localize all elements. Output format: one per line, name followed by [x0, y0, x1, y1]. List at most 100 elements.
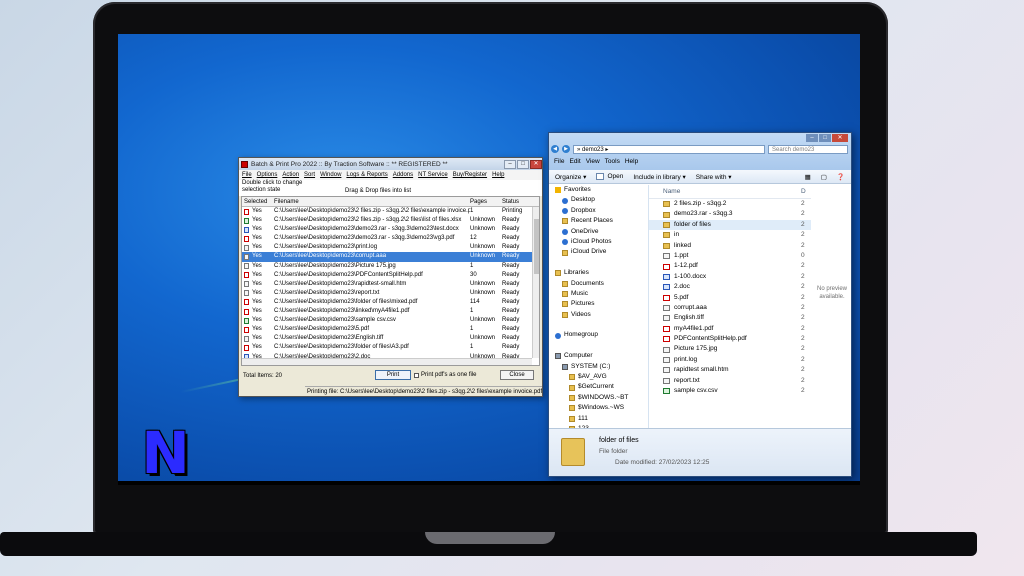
explorer-close-button[interactable]: ✕: [832, 134, 848, 142]
menu-item-addons[interactable]: Addons: [393, 172, 413, 178]
nav-item[interactable]: $GetCurrent: [549, 382, 648, 392]
file-row[interactable]: 2.doc 2: [649, 282, 811, 292]
nav-item[interactable]: Libraries: [549, 268, 648, 278]
header-pages[interactable]: Pages: [470, 197, 502, 206]
table-row[interactable]: Yes C:\Users\lee\Desktop\demo23\demo23.ra…: [242, 225, 539, 234]
file-row[interactable]: 1-100.docx 2: [649, 272, 811, 282]
file-row[interactable]: report.txt 2: [649, 376, 811, 386]
nav-item[interactable]: Pictures: [549, 299, 648, 309]
print-button[interactable]: Print: [375, 370, 411, 380]
nav-item[interactable]: $WINDOWS.~BT: [549, 393, 648, 403]
explorer-menu-view[interactable]: View: [586, 158, 600, 165]
checkbox-box[interactable]: [414, 372, 419, 378]
file-row[interactable]: rapidtest small.htm 2: [649, 365, 811, 375]
file-row[interactable]: in 2: [649, 230, 811, 240]
menu-item-action[interactable]: Action: [282, 172, 299, 178]
search-input[interactable]: Search demo23: [768, 144, 848, 154]
help-icon[interactable]: ❓: [837, 173, 845, 181]
include-library-button[interactable]: Include in library ▾: [633, 173, 685, 181]
preview-pane-icon[interactable]: ▢: [821, 173, 827, 181]
file-row[interactable]: print.log 2: [649, 355, 811, 365]
table-row[interactable]: Yes C:\Users\lee\Desktop\demo23\5.pdf 1 Rea…: [242, 325, 539, 334]
nav-item[interactable]: Desktop: [549, 195, 648, 205]
nav-item[interactable]: Music: [549, 289, 648, 299]
file-row[interactable]: myA4file1.pdf 2: [649, 324, 811, 334]
maximize-button[interactable]: □: [517, 159, 529, 169]
nav-item[interactable]: $Windows.~WS: [549, 403, 648, 413]
nav-item[interactable]: Recent Places: [549, 216, 648, 226]
column-name[interactable]: Name: [649, 185, 801, 198]
explorer-menu-tools[interactable]: Tools: [605, 158, 620, 165]
menu-item-window[interactable]: Window: [320, 172, 341, 178]
menu-item-nt-service[interactable]: NT Service: [418, 172, 448, 178]
column-date[interactable]: D: [801, 185, 811, 198]
table-row[interactable]: Yes C:\Users\lee\Desktop\demo23\sample cs…: [242, 316, 539, 325]
nav-item[interactable]: Computer: [549, 351, 648, 361]
nav-item[interactable]: Documents: [549, 279, 648, 289]
table-row[interactable]: Yes C:\Users\lee\Desktop\demo23\corrupt.a…: [242, 252, 539, 262]
nav-item[interactable]: iCloud Photos: [549, 237, 648, 247]
table-row[interactable]: Yes C:\Users\lee\Desktop\demo23\report.tx…: [242, 289, 539, 298]
nav-item[interactable]: Videos: [549, 310, 648, 320]
header-selected[interactable]: Selected: [242, 197, 274, 206]
file-list-grid[interactable]: Selected Filename Pages Status Yes C:\Use…: [241, 196, 540, 366]
table-row[interactable]: Yes C:\Users\lee\Desktop\demo23\linked\my…: [242, 307, 539, 316]
table-row[interactable]: Yes C:\Users\lee\Desktop\demo23\English.t…: [242, 334, 539, 343]
menu-item-logs-reports[interactable]: Logs & Reports: [346, 172, 387, 178]
share-with-button[interactable]: Share with ▾: [696, 173, 732, 181]
table-row[interactable]: Yes C:\Users\lee\Desktop\demo23\print.log…: [242, 243, 539, 252]
back-arrow-icon[interactable]: ◀: [551, 145, 559, 153]
table-row[interactable]: Yes C:\Users\lee\Desktop\demo23\demo23.ra…: [242, 234, 539, 243]
header-filename[interactable]: Filename: [274, 197, 470, 206]
table-row[interactable]: Yes C:\Users\lee\Desktop\demo23\2 files.z…: [242, 207, 539, 216]
horizontal-scrollbar[interactable]: [242, 358, 532, 365]
menu-item-buy-register[interactable]: Buy/Register: [453, 172, 487, 178]
address-bar[interactable]: » demo23 ▸: [573, 144, 765, 154]
nav-item[interactable]: iCloud Drive: [549, 247, 648, 257]
close-button[interactable]: Close: [500, 370, 534, 380]
file-row[interactable]: PDFContentSplitHelp.pdf 2: [649, 334, 811, 344]
file-row[interactable]: linked 2: [649, 241, 811, 251]
table-row[interactable]: Yes C:\Users\lee\Desktop\demo23\Picture 1…: [242, 262, 539, 271]
nav-item[interactable]: $AV_AVG: [549, 372, 648, 382]
organize-button[interactable]: Organize ▾: [555, 173, 586, 181]
nav-item[interactable]: 111: [549, 414, 648, 424]
file-row[interactable]: 1-12.pdf 2: [649, 261, 811, 271]
view-options-icon[interactable]: ▦: [805, 173, 811, 181]
file-row[interactable]: sample csv.csv 2: [649, 386, 811, 396]
explorer-minimize-button[interactable]: –: [806, 134, 818, 142]
batch-window-titlebar[interactable]: Batch & Print Pro 2022 :: By Traction So…: [239, 158, 542, 170]
explorer-menu-edit[interactable]: Edit: [569, 158, 580, 165]
explorer-maximize-button[interactable]: □: [819, 134, 831, 142]
menu-item-sort[interactable]: Sort: [304, 172, 315, 178]
header-status[interactable]: Status: [502, 197, 530, 206]
close-window-button[interactable]: ✕: [530, 159, 542, 169]
table-row[interactable]: Yes C:\Users\lee\Desktop\demo23\PDFConten…: [242, 271, 539, 280]
table-row[interactable]: Yes C:\Users\lee\Desktop\demo23\folder of…: [242, 343, 539, 352]
file-row[interactable]: 1.ppt 0: [649, 251, 811, 261]
file-row[interactable]: 2 files.zip - s3qg.2 2: [649, 199, 811, 209]
menu-item-help[interactable]: Help: [492, 172, 504, 178]
print-one-file-checkbox[interactable]: Print pdf's as one file: [414, 372, 477, 378]
file-row[interactable]: folder of files 2: [649, 219, 811, 231]
forward-arrow-icon[interactable]: ▶: [562, 145, 570, 153]
table-row[interactable]: Yes C:\Users\lee\Desktop\demo23\folder of…: [242, 298, 539, 307]
nav-item[interactable]: OneDrive: [549, 227, 648, 237]
nav-item[interactable]: Favorites: [549, 185, 648, 195]
open-button[interactable]: Open: [596, 173, 623, 180]
table-row[interactable]: Yes C:\Users\lee\Desktop\demo23\rapidtest…: [242, 280, 539, 289]
table-row[interactable]: Yes C:\Users\lee\Desktop\demo23\2 files.z…: [242, 216, 539, 225]
nav-item[interactable]: Dropbox: [549, 206, 648, 216]
nav-item[interactable]: Homegroup: [549, 330, 648, 340]
explorer-menu-file[interactable]: File: [554, 158, 564, 165]
menu-item-file[interactable]: File: [242, 172, 252, 178]
file-row[interactable]: English.tiff 2: [649, 313, 811, 323]
explorer-menu-help[interactable]: Help: [625, 158, 638, 165]
file-row[interactable]: 5.pdf 2: [649, 293, 811, 303]
menu-item-options[interactable]: Options: [257, 172, 278, 178]
file-row[interactable]: demo23.rar - s3qg.3 2: [649, 209, 811, 219]
file-row[interactable]: Picture 175.jpg 2: [649, 344, 811, 354]
vertical-scrollbar[interactable]: [532, 207, 539, 358]
minimize-button[interactable]: –: [504, 159, 516, 169]
nav-item[interactable]: SYSTEM (C:): [549, 362, 648, 372]
